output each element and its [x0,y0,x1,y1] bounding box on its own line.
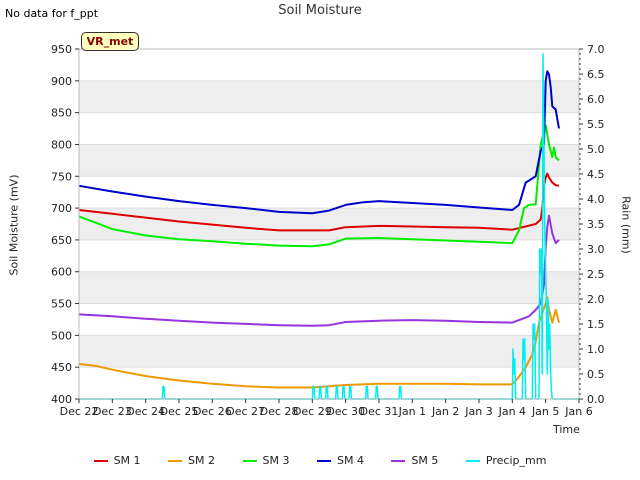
legend-item-sm2: SM 2 [168,454,215,467]
legend: SM 1 SM 2 SM 3 SM 4 SM 5 Precip_mm [0,454,640,467]
y2-tick-label: 3.0 [587,243,605,256]
y2-tick-label: 1.5 [587,318,605,331]
legend-item-sm4: SM 4 [316,454,364,467]
legend-swatch [242,460,257,462]
legend-label: Precip_mm [485,454,547,467]
legend-swatch [391,460,406,462]
y-tick-label: 850 [51,107,72,120]
y2-tick-label: 1.0 [587,343,605,356]
y-tick-label: 900 [51,75,72,88]
legend-item-sm1: SM 1 [93,454,141,467]
y2-tick-label: 2.0 [587,293,605,306]
legend-label: SM 1 [113,454,141,467]
background-band [79,208,579,240]
x-tick-label: Jan 2 [431,405,459,418]
y2-tick-label: 5.0 [587,143,605,156]
x-axis: Dec 22Dec 23Dec 24Dec 25Dec 26Dec 27Dec … [60,399,593,418]
chart-title: Soil Moisture [278,3,362,18]
legend-swatch [93,460,108,462]
y-tick-label: 450 [51,361,72,374]
y-tick-label: 600 [51,266,72,279]
y2-tick-label: 6.5 [587,68,605,81]
y-tick-label: 650 [51,234,72,247]
legend-swatch [168,460,183,462]
background-band [79,335,579,368]
y2-tick-label: 7.0 [587,43,605,56]
background-band [79,271,579,304]
y-tick-label: 700 [51,202,72,215]
legend-item-sm3: SM 3 [242,454,290,467]
y-tick-label: 750 [51,170,72,183]
legend-swatch [465,460,480,462]
station-badge: VR_met [81,32,139,51]
y2-tick-label: 3.5 [587,218,605,231]
x-tick-label: Jan 1 [398,405,426,418]
legend-item-precip: Precip_mm [465,454,547,467]
y-tick-label: 500 [51,329,72,342]
background-band [79,144,579,177]
y-axis-left: 400450500550600650700750800850900950 [51,43,79,406]
x-tick-label: Jan 5 [531,405,559,418]
legend-label: SM 2 [188,454,215,467]
x-axis-label: Time [553,423,580,436]
y-tick-label: 550 [51,298,72,311]
legend-item-sm5: SM 5 [391,454,438,467]
x-tick-label: Jan 3 [464,405,492,418]
legend-swatch [316,460,331,462]
y-tick-label: 950 [51,43,72,56]
y2-tick-label: 4.5 [587,168,605,181]
y2-tick-label: 0.5 [587,368,605,381]
x-tick-label: Jan 6 [564,405,592,418]
chart-canvas: 400450500550600650700750800850900950 0.0… [51,43,605,418]
y2-tick-label: 4.0 [587,193,605,206]
y2-tick-label: 2.5 [587,268,605,281]
legend-label: SM 4 [336,454,364,467]
y2-tick-label: 5.5 [587,118,605,131]
y-axis-label: Soil Moisture (mV) [7,174,21,276]
y2-tick-label: 6.0 [587,93,605,106]
background-band [79,80,579,113]
y-tick-label: 800 [51,138,72,151]
legend-label: SM 5 [411,454,439,467]
legend-label: SM 3 [262,454,290,467]
y2-axis-label: Rain (mm) [619,196,633,254]
y-axis-right: 0.00.51.01.52.02.53.03.54.04.55.05.56.06… [579,43,605,406]
x-tick-label: Dec 31 [360,405,399,418]
x-tick-label: Jan 4 [498,405,526,418]
